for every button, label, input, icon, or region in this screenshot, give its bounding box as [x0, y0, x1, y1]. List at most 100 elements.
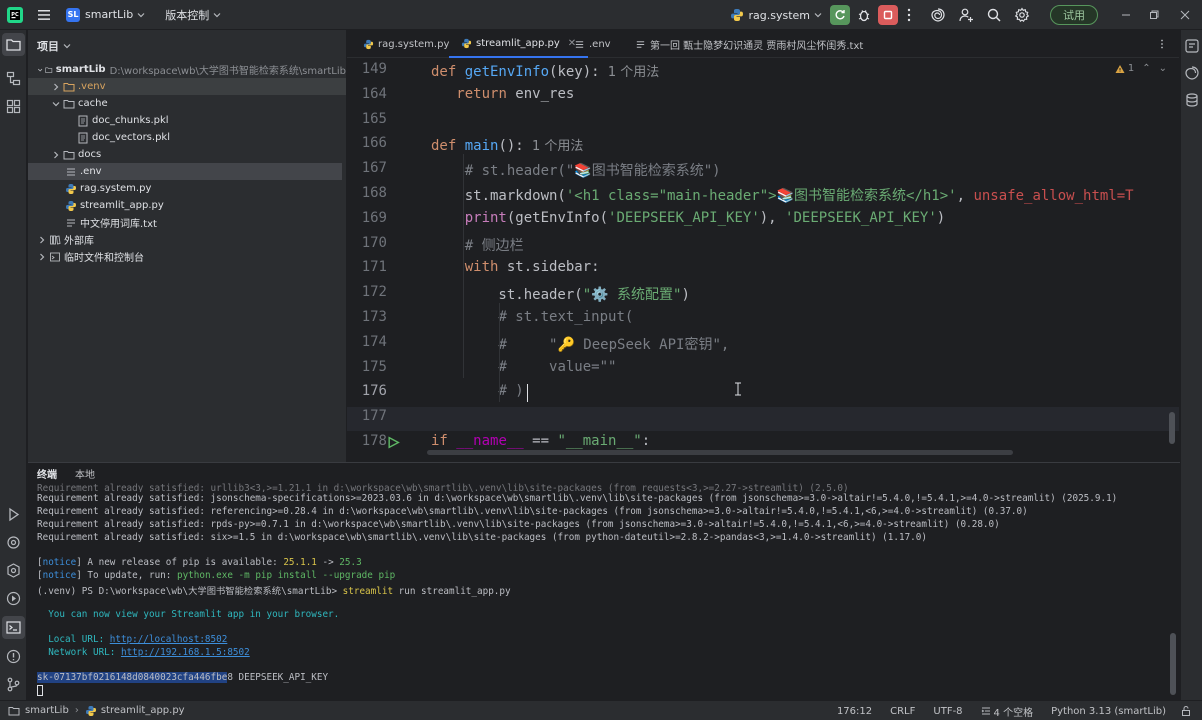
tab-local[interactable]: 本地 — [66, 463, 104, 483]
run-dashboard-icon[interactable] — [5, 590, 22, 607]
git-icon[interactable] — [5, 676, 22, 693]
code-line[interactable]: # "🔑 DeepSeek API密钥", — [431, 334, 729, 354]
tree-item-smartlib[interactable]: smartLib D:\workspace\wb\大学图书智能检索系统\smar… — [28, 61, 346, 78]
line-number[interactable]: 167 — [347, 160, 387, 176]
tree-item-rag-system[interactable]: rag.system.py — [28, 180, 346, 197]
code-token: if — [431, 433, 457, 449]
code-line[interactable]: st.markdown('<h1 class="main-header">📚图书… — [431, 185, 1134, 205]
code-line[interactable]: # 侧边栏 — [431, 235, 524, 255]
ai-chat-icon[interactable] — [1184, 65, 1200, 81]
code-line[interactable]: # value="" — [431, 359, 616, 375]
project-switcher[interactable]: SL smartLib — [52, 7, 145, 22]
tree-item-cache[interactable]: cache — [28, 95, 346, 112]
line-number[interactable]: 175 — [347, 359, 387, 375]
line-number[interactable]: 178 — [347, 433, 387, 449]
tab-text-chapter[interactable]: 第一回 甄士隐梦幻识通灵 贾雨村风尘怀闺秀.txt — [623, 30, 875, 58]
run-icon[interactable] — [5, 506, 22, 523]
tree-item-docs[interactable]: docs — [28, 146, 346, 163]
code-line[interactable]: # st.text_input( — [431, 309, 633, 325]
line-number[interactable]: 172 — [347, 284, 387, 300]
indent-setting[interactable]: 4 个空格 — [981, 704, 1033, 719]
file-encoding[interactable]: UTF-8 — [933, 706, 962, 717]
add-user-icon[interactable] — [958, 7, 974, 23]
breadcrumb-file[interactable]: streamlit_app.py — [101, 705, 185, 716]
network-url-link[interactable]: http://192.168.1.5:8502 — [121, 647, 250, 658]
line-number[interactable]: 173 — [347, 309, 387, 325]
line-number[interactable]: 168 — [347, 185, 387, 201]
selected-api-key[interactable]: sk-07137bf0216148d0840023cfa446fbe — [37, 672, 228, 683]
line-number[interactable]: 165 — [347, 111, 387, 127]
more-actions-icon[interactable] — [904, 7, 914, 23]
database-icon[interactable] — [1184, 92, 1200, 108]
code-line[interactable]: def main(): 1 个用法 — [431, 135, 583, 154]
tree-item-doc-vectors[interactable]: doc_vectors.pkl — [28, 129, 346, 146]
tab-label: 第一回 甄士隐梦幻识通灵 贾雨村风尘怀闺秀.txt — [650, 40, 864, 52]
settings-icon[interactable] — [1014, 7, 1030, 23]
code-line[interactable]: # ) — [431, 383, 523, 399]
editor-h-scrollbar[interactable] — [427, 450, 1013, 455]
breadcrumb-project[interactable]: smartLib — [25, 705, 69, 716]
modules-icon[interactable] — [5, 98, 22, 115]
tree-item-venv[interactable]: .venv — [28, 78, 346, 95]
notifications-icon[interactable] — [1184, 38, 1200, 54]
python-interpreter[interactable]: Python 3.13 (smartLib) — [1051, 706, 1166, 717]
services-icon[interactable] — [5, 562, 22, 579]
code-line[interactable]: # st.header("📚图书智能检索系统") — [431, 160, 721, 180]
folder-icon[interactable] — [5, 36, 22, 53]
problems-icon[interactable] — [5, 648, 22, 665]
maximize-button[interactable] — [1140, 0, 1168, 30]
code-line[interactable]: def getEnvInfo(key): 1 个用法 — [431, 61, 659, 80]
line-number[interactable]: 149 — [347, 61, 387, 77]
tree-item-env[interactable]: .env — [28, 163, 342, 180]
trial-badge[interactable]: 试用 — [1050, 5, 1098, 25]
run-gutter-icon[interactable] — [387, 436, 400, 449]
tree-item-doc-chunks[interactable]: doc_chunks.pkl — [28, 112, 346, 129]
line-number[interactable]: 170 — [347, 235, 387, 251]
line-number[interactable]: 174 — [347, 334, 387, 350]
line-number[interactable]: 166 — [347, 135, 387, 151]
minimize-button[interactable] — [1112, 0, 1140, 30]
code-line[interactable]: return env_res — [431, 86, 574, 102]
main-menu-icon[interactable] — [36, 7, 52, 23]
line-number[interactable]: 164 — [347, 86, 387, 102]
line-separator[interactable]: CRLF — [890, 706, 915, 717]
tree-item-external-libs[interactable]: 外部库 — [28, 231, 346, 248]
python-packages-icon[interactable] — [5, 534, 22, 551]
line-number[interactable]: 171 — [347, 259, 387, 275]
notice-old-version: 25.1.1 — [283, 557, 317, 568]
stop-button[interactable] — [878, 5, 898, 25]
project-panel-header[interactable]: 项目 — [37, 38, 71, 54]
local-url-link[interactable]: http://localhost:8502 — [110, 634, 228, 645]
debug-icon[interactable] — [856, 7, 872, 23]
code-line[interactable]: if __name__ == "__main__": — [431, 433, 650, 449]
line-number[interactable]: 176 — [347, 383, 387, 399]
tab-terminal[interactable]: 终端 — [28, 463, 66, 483]
run-config-selector[interactable]: rag.system — [730, 8, 822, 22]
caret-position[interactable]: 176:12 — [837, 706, 872, 717]
terminal-icon[interactable] — [5, 619, 22, 636]
tabs-menu-icon[interactable] — [1157, 39, 1167, 49]
line-number[interactable]: 169 — [347, 210, 387, 226]
tree-label: 外部库 — [64, 236, 94, 247]
tree-item-stopwords[interactable]: 中文停用词库.txt — [28, 214, 346, 231]
editor-scrollbar[interactable] — [1169, 412, 1175, 444]
terminal-scrollbar[interactable] — [1170, 633, 1176, 695]
lock-icon[interactable] — [1180, 705, 1192, 717]
tree-item-scratches[interactable]: 临时文件和控制台 — [28, 248, 346, 265]
close-window-button[interactable] — [1168, 0, 1202, 30]
ai-assistant-icon[interactable] — [930, 7, 946, 23]
tree-item-streamlit-app[interactable]: streamlit_app.py — [28, 197, 346, 214]
tab-rag-system[interactable]: rag.system.py — [351, 30, 461, 58]
line-number[interactable]: 177 — [347, 408, 387, 424]
svg-text:PC: PC — [11, 11, 19, 17]
rerun-button[interactable] — [830, 5, 850, 25]
pycharm-logo-icon[interactable]: PC — [6, 6, 24, 24]
vcs-menu[interactable]: 版本控制 — [165, 7, 221, 23]
code-line[interactable]: st.header("⚙️ 系统配置") — [431, 284, 689, 304]
code-line[interactable]: with st.sidebar: — [431, 259, 600, 275]
code-line[interactable]: print(getEnvInfo('DEEPSEEK_API_KEY'), 'D… — [431, 210, 945, 226]
code-area[interactable]: 149 def getEnvInfo(key): 1 个用法 164 return … — [347, 58, 1179, 460]
search-icon[interactable] — [986, 7, 1002, 23]
structure-icon[interactable] — [5, 70, 22, 87]
tab-env[interactable]: .env — [562, 30, 623, 58]
